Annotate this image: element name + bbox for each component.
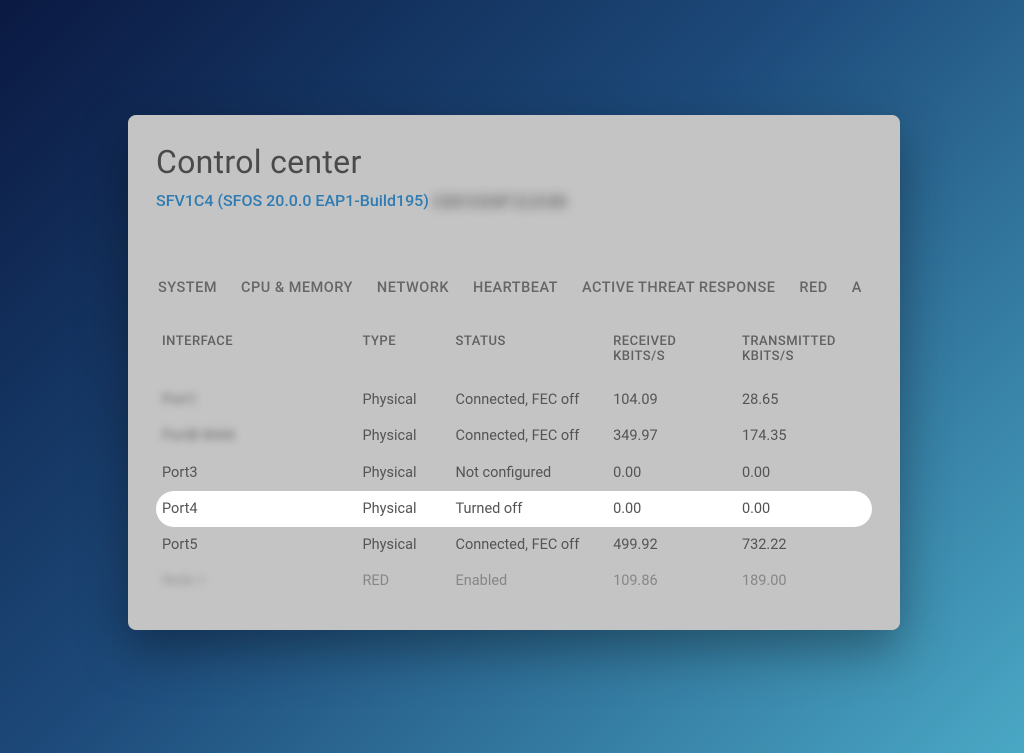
cell-received: 499.92 [607, 527, 736, 563]
cell-interface: Port4 [156, 491, 356, 527]
device-serial-redacted: C001CD4F1ZJC4D [433, 192, 567, 211]
cell-status: Enabled [450, 563, 608, 599]
col-header-status[interactable]: STATUS [450, 324, 608, 382]
tab-active-threat-response[interactable]: ACTIVE THREAT RESPONSE [582, 279, 775, 296]
interfaces-table: INTERFACE TYPE STATUS RECEIVED KBITS/S T… [156, 324, 872, 599]
cell-transmitted: 189.00 [736, 563, 872, 599]
cell-status: Not configured [450, 455, 608, 491]
cell-status: Connected, FEC off [450, 418, 608, 454]
cell-type: Physical [356, 418, 449, 454]
col-header-received[interactable]: RECEIVED KBITS/S [607, 324, 736, 382]
cell-type: Physical [356, 527, 449, 563]
cell-status: Connected, FEC off [450, 527, 608, 563]
table-row[interactable]: Port3PhysicalNot configured0.000.00 [156, 455, 872, 491]
table-row[interactable]: Port4PhysicalTurned off0.000.00 [156, 491, 872, 527]
cell-transmitted: 732.22 [736, 527, 872, 563]
tab-network[interactable]: NETWORK [377, 279, 449, 296]
cell-type: Physical [356, 382, 449, 418]
tab-bar: SYSTEM CPU & MEMORY NETWORK HEARTBEAT ACTIVE… [156, 279, 872, 296]
col-header-interface[interactable]: INTERFACE [156, 324, 356, 382]
cell-received: 0.00 [607, 455, 736, 491]
cell-interface: Port3 [156, 455, 356, 491]
cell-transmitted: 0.00 [736, 491, 872, 527]
page-title: Control center [156, 143, 872, 181]
tab-cpu-memory[interactable]: CPU & MEMORY [241, 279, 353, 296]
tab-red[interactable]: RED [799, 279, 827, 296]
interfaces-table-wrap: INTERFACE TYPE STATUS RECEIVED KBITS/S T… [156, 324, 872, 599]
control-center-panel: Control center SFV1C4 (SFOS 20.0.0 EAP1-… [128, 115, 900, 630]
cell-interface: Reds-1 [156, 563, 356, 599]
tab-a[interactable]: A [852, 279, 862, 296]
tab-system[interactable]: SYSTEM [158, 279, 217, 296]
col-header-type[interactable]: TYPE [356, 324, 449, 382]
device-model-build: SFV1C4 (SFOS 20.0.0 EAP1-Build195) [156, 191, 429, 210]
cell-received: 109.86 [607, 563, 736, 599]
cell-interface: PortB-WAN [156, 418, 356, 454]
cell-received: 104.09 [607, 382, 736, 418]
cell-type: RED [356, 563, 449, 599]
cell-received: 349.97 [607, 418, 736, 454]
cell-interface: Port5 [156, 527, 356, 563]
cell-received: 0.00 [607, 491, 736, 527]
cell-interface: Port1 [156, 382, 356, 418]
cell-status: Turned off [450, 491, 608, 527]
col-header-transmitted[interactable]: TRANSMITTED KBITS/S [736, 324, 872, 382]
cell-transmitted: 0.00 [736, 455, 872, 491]
cell-type: Physical [356, 491, 449, 527]
device-info: SFV1C4 (SFOS 20.0.0 EAP1-Build195) C001C… [156, 191, 872, 211]
cell-transmitted: 174.35 [736, 418, 872, 454]
tab-heartbeat[interactable]: HEARTBEAT [473, 279, 558, 296]
table-row[interactable]: Port5PhysicalConnected, FEC off499.92732… [156, 527, 872, 563]
table-row[interactable]: Port1PhysicalConnected, FEC off104.0928.… [156, 382, 872, 418]
cell-transmitted: 28.65 [736, 382, 872, 418]
table-row[interactable]: PortB-WANPhysicalConnected, FEC off349.9… [156, 418, 872, 454]
table-row[interactable]: Reds-1REDEnabled109.86189.00 [156, 563, 872, 599]
cell-type: Physical [356, 455, 449, 491]
cell-status: Connected, FEC off [450, 382, 608, 418]
